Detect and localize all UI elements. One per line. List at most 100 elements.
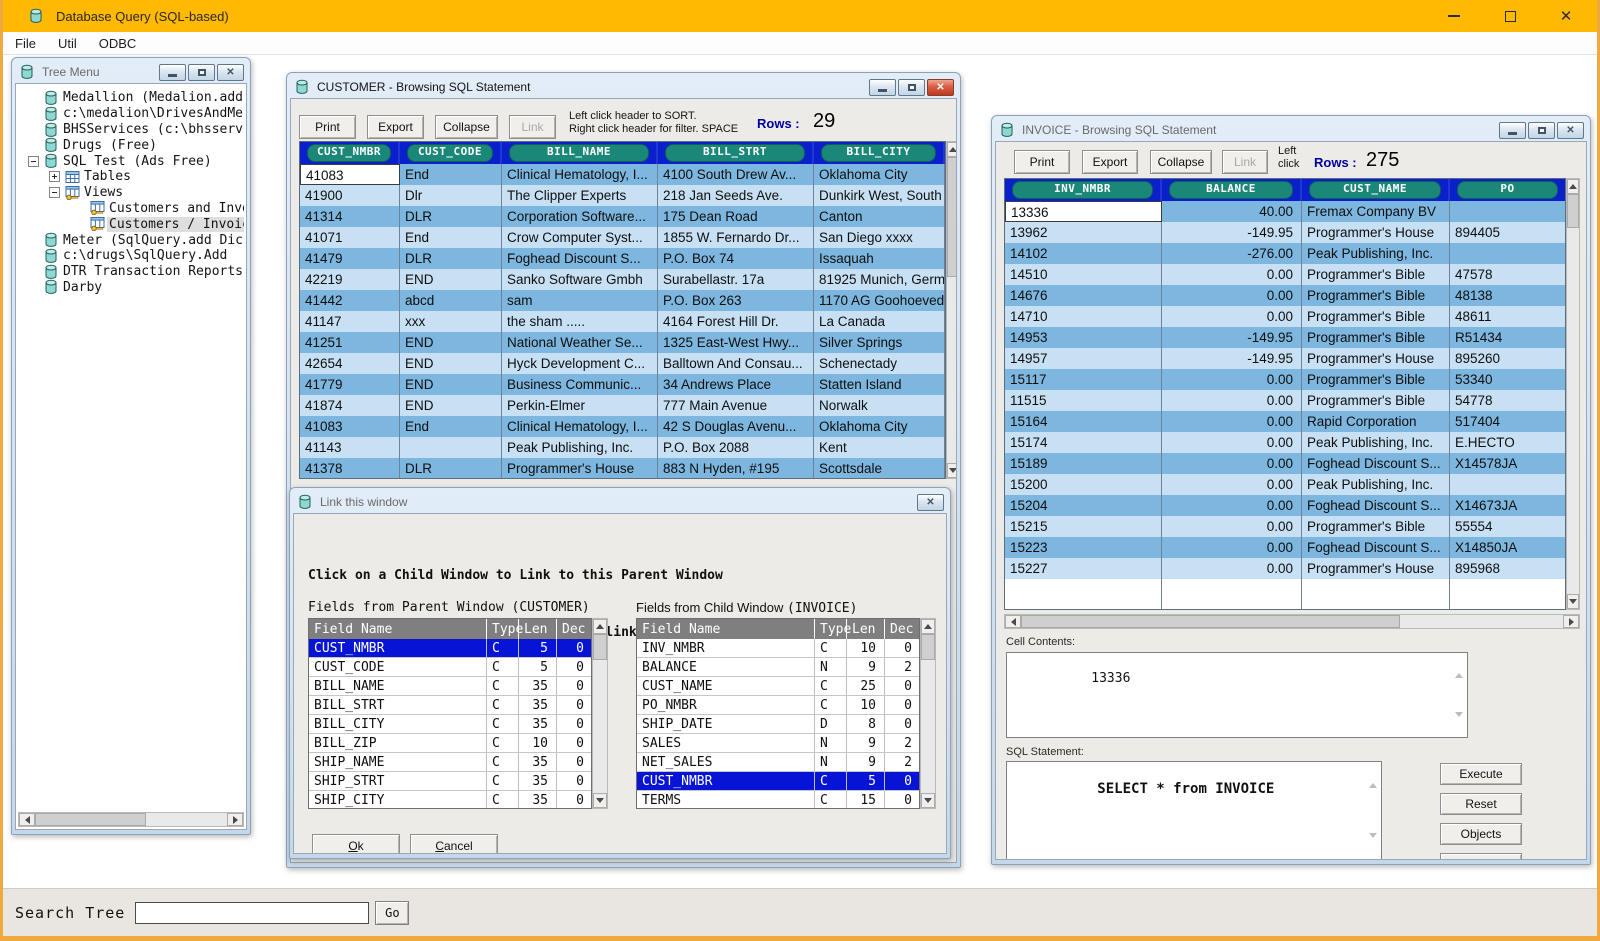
table-cell[interactable]: C (815, 696, 847, 714)
collapse-minus-icon[interactable] (49, 187, 60, 198)
scrollbar-thumb[interactable] (35, 813, 146, 826)
table-cell[interactable]: BALANCE (637, 658, 815, 676)
minimize-icon[interactable] (159, 64, 186, 81)
table-cell[interactable]: 15227 (1005, 558, 1162, 579)
table-cell[interactable]: -149.95 (1162, 222, 1302, 243)
table-cell[interactable]: National Weather Se... (502, 332, 658, 353)
table-cell[interactable]: Clinical Hematology, I... (502, 416, 658, 437)
scroll-up-icon[interactable] (1455, 658, 1463, 673)
column-header[interactable]: Type (815, 619, 847, 639)
tree-item[interactable]: SQL Test (Ads Free) (18, 153, 244, 169)
table-cell[interactable]: 34 Andrews Place (658, 374, 814, 395)
table-cell[interactable]: E.HECTO (1450, 432, 1566, 453)
table-cell[interactable]: BILL_ZIP (309, 734, 487, 752)
table-cell[interactable]: Surabellastr. 17a (658, 269, 814, 290)
scroll-down-icon[interactable] (947, 463, 957, 478)
table-cell[interactable]: P.O. Box 2088 (658, 437, 814, 458)
table-cell[interactable]: 4100 South Drew Av... (658, 164, 814, 185)
table-cell[interactable]: 0 (885, 791, 920, 809)
table-cell[interactable]: 53340 (1450, 369, 1566, 390)
collapse-button[interactable]: Collapse (1150, 150, 1212, 174)
table-cell[interactable]: BILL_CITY (309, 715, 487, 733)
table-cell[interactable]: 0.00 (1162, 537, 1302, 558)
table-cell[interactable]: 0.00 (1162, 264, 1302, 285)
table-cell[interactable]: Peak Publishing, Inc. (1302, 243, 1450, 264)
table-cell[interactable]: N (815, 734, 847, 752)
table-cell[interactable]: 15204 (1005, 495, 1162, 516)
table-cell[interactable]: Dunkirk West, South (814, 185, 945, 206)
table-cell[interactable]: C (487, 715, 519, 733)
table-cell[interactable]: 41251 (300, 332, 400, 353)
table-cell[interactable]: Balltown And Consau... (658, 353, 814, 374)
table-cell[interactable]: SHIP_NAME (309, 753, 487, 771)
table-cell[interactable]: Programmer's Bible (1302, 327, 1450, 348)
table-cell[interactable]: 0 (885, 715, 920, 733)
table-cell[interactable]: 11515 (1005, 390, 1162, 411)
table-cell[interactable]: 42219 (300, 269, 400, 290)
scrollbar-thumb[interactable] (921, 634, 935, 660)
scrollbar-thumb[interactable] (1567, 194, 1579, 228)
table-cell[interactable]: 54778 (1450, 390, 1566, 411)
table-cell[interactable] (400, 437, 502, 458)
table-cell[interactable]: 0.00 (1162, 432, 1302, 453)
table-cell[interactable]: 0.00 (1162, 453, 1302, 474)
table-cell[interactable]: 10 (847, 696, 885, 714)
table-cell[interactable]: 175 Dean Road (658, 206, 814, 227)
table-cell[interactable]: Issaquah (814, 248, 945, 269)
tree-item-label[interactable]: Tables (82, 169, 133, 184)
close-icon[interactable] (217, 64, 244, 81)
table-cell[interactable]: Scottsdale (814, 458, 945, 479)
table-cell[interactable]: 9 (847, 753, 885, 771)
close-icon[interactable] (1557, 122, 1584, 139)
table-cell[interactable]: The Clipper Experts (502, 185, 658, 206)
tree-item[interactable]: Views (18, 185, 244, 201)
table-cell[interactable]: 883 N Hyden, #195 (658, 458, 814, 479)
table-cell[interactable]: End (400, 416, 502, 437)
table-cell[interactable]: CUST_CODE (309, 658, 487, 676)
column-header[interactable]: Type (487, 619, 519, 639)
table-cell[interactable]: 2 (885, 734, 920, 752)
tree-item[interactable]: BHSServices (c:\bhsserv (18, 122, 244, 138)
table-cell[interactable]: 0.00 (1162, 369, 1302, 390)
column-header[interactable]: BILL_STRT (658, 142, 814, 164)
table-cell[interactable]: Oklahoma City (814, 164, 945, 185)
table-cell[interactable]: 15 (847, 791, 885, 809)
table-cell[interactable]: 9 (847, 734, 885, 752)
tree-item-label[interactable]: SQL Test (Ads Free) (61, 154, 214, 169)
table-cell[interactable]: DLR (400, 248, 502, 269)
table-cell[interactable]: 42654 (300, 353, 400, 374)
table-cell[interactable]: 41378 (300, 458, 400, 479)
table-cell[interactable]: 517404 (1450, 411, 1566, 432)
table-cell[interactable]: -149.95 (1162, 348, 1302, 369)
table-cell[interactable]: SHIP_CITY (309, 791, 487, 809)
tree-item-label[interactable]: c:\medalion\DrivesAndMe (61, 106, 244, 121)
table-cell[interactable]: Perkin-Elmer (502, 395, 658, 416)
table-cell[interactable]: Dlr (400, 185, 502, 206)
table-cell[interactable]: 0 (885, 772, 920, 790)
table-cell[interactable]: C (815, 677, 847, 695)
table-cell[interactable]: 14957 (1005, 348, 1162, 369)
table-cell[interactable]: C (487, 791, 519, 809)
scroll-left-icon[interactable] (1005, 615, 1021, 628)
minimize-icon[interactable] (869, 79, 896, 96)
table-cell[interactable]: 5 (519, 639, 557, 657)
table-cell[interactable]: Programmer's Bible (1302, 264, 1450, 285)
table-cell[interactable]: 0 (557, 677, 592, 695)
table-cell[interactable]: 15164 (1005, 411, 1162, 432)
table-cell[interactable]: 41900 (300, 185, 400, 206)
tree-menu-titlebar[interactable]: Tree Menu (15, 61, 247, 83)
table-cell[interactable]: 0.00 (1162, 474, 1302, 495)
table-cell[interactable]: Programmer's House (502, 458, 658, 479)
table-cell[interactable]: 0 (885, 639, 920, 657)
table-cell[interactable]: END (400, 374, 502, 395)
table-cell[interactable]: 41874 (300, 395, 400, 416)
go-button[interactable]: Go (375, 901, 409, 925)
table-cell[interactable]: Canton (814, 206, 945, 227)
column-header[interactable]: Dec (885, 619, 920, 639)
table-cell[interactable]: 0 (557, 753, 592, 771)
table-cell[interactable]: Programmer's Bible (1302, 306, 1450, 327)
table-cell[interactable]: Hyck Development C... (502, 353, 658, 374)
table-cell[interactable]: 0.00 (1162, 558, 1302, 579)
scroll-right-icon[interactable] (1563, 615, 1579, 628)
table-cell[interactable]: 41147 (300, 311, 400, 332)
